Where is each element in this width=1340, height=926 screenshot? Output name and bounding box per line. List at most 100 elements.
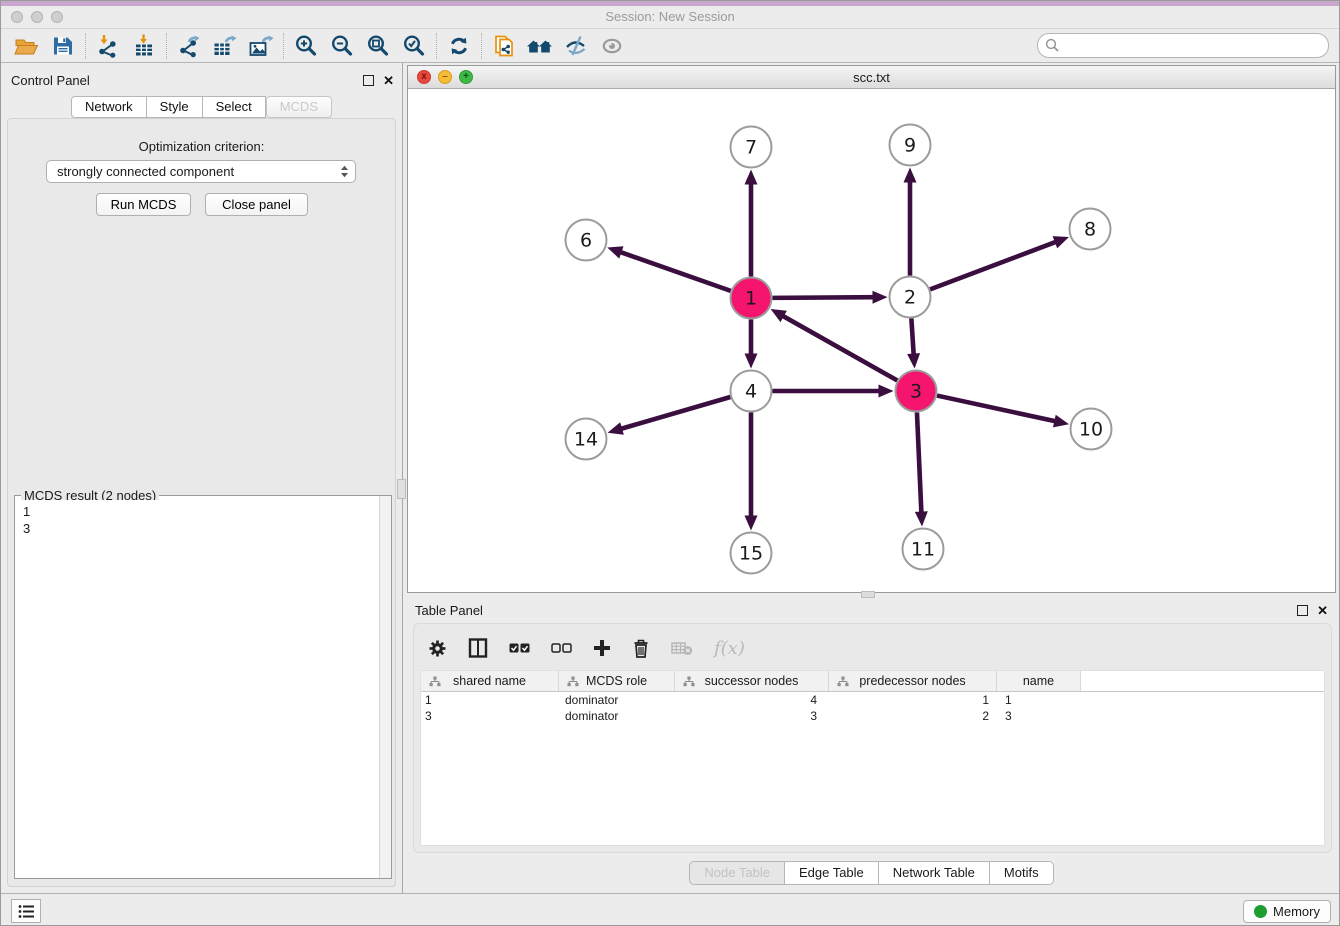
network-window-titlebar[interactable]: x – + scc.txt [408,66,1335,89]
criterion-value: strongly connected component [57,164,234,179]
main-area: Control Panel ✕ NetworkStyleSelectMCDS O… [1,63,1340,893]
tab-motifs[interactable]: Motifs [990,861,1054,885]
node-label-14: 14 [574,429,598,451]
tab-style[interactable]: Style [147,96,203,118]
cell[interactable]: 1 [829,693,997,707]
table-settings-button[interactable] [428,639,447,658]
unchecked-checkboxes-icon [551,642,572,654]
delete-table-button-disabled [671,640,693,656]
tree-hierarchy-icon [567,676,579,687]
import-network-button[interactable] [90,32,126,60]
edge-2-8[interactable] [930,241,1058,289]
node-label-8: 8 [1084,219,1096,241]
search-icon [1045,38,1060,53]
status-bar: Memory [1,893,1339,926]
columns-icon [468,638,488,658]
save-session-button[interactable] [45,32,81,60]
tab-network[interactable]: Network [71,96,147,118]
add-column-button[interactable] [593,639,611,657]
open-session-button[interactable] [9,32,45,60]
export-network-button[interactable] [171,32,207,60]
node-label-3: 3 [910,381,922,403]
zoom-out-icon [330,34,354,58]
criterion-dropdown[interactable]: strongly connected component [46,160,356,183]
share-document-icon [492,34,516,58]
edge-1-2[interactable] [772,297,875,298]
table-row[interactable]: 3dominator323 [421,708,1324,724]
show-all-button[interactable] [594,32,630,60]
close-icon[interactable]: ✕ [383,75,394,86]
table-row[interactable]: 1dominator411 [421,692,1324,708]
show-columns-button[interactable] [468,638,488,658]
column-header-name[interactable]: name [997,671,1081,691]
column-header-predecessor-nodes[interactable]: predecessor nodes [829,671,997,691]
float-window-icon[interactable] [363,75,374,86]
tab-select[interactable]: Select [203,96,266,118]
tab-network-table[interactable]: Network Table [879,861,990,885]
memory-label: Memory [1273,904,1320,919]
titlebar: Session: New Session [1,6,1339,29]
float-window-icon[interactable] [1297,605,1308,616]
edge-3-10[interactable] [937,396,1057,422]
column-header-successor-nodes[interactable]: successor nodes [675,671,829,691]
hide-selected-button[interactable] [558,32,594,60]
cell[interactable]: 4 [675,693,829,707]
edge-arrow-4-15 [745,516,758,531]
export-table-button[interactable] [207,32,243,60]
mcds-result-text[interactable]: 1 3 [16,500,378,877]
cell[interactable]: 2 [829,709,997,723]
tree-hierarchy-icon [683,676,695,687]
import-table-button[interactable] [126,32,162,60]
network-view-window: x – + scc.txt 7968124314101511 [407,65,1336,593]
network-window-title: scc.txt [408,70,1335,85]
node-label-6: 6 [580,230,592,252]
deselect-all-columns-button[interactable] [551,642,572,654]
close-panel-button[interactable]: Close panel [205,193,308,216]
task-history-button[interactable] [11,899,41,923]
search-box[interactable] [1037,33,1329,58]
tab-mcds[interactable]: MCDS [266,96,332,118]
control-panel: Control Panel ✕ NetworkStyleSelectMCDS O… [1,63,403,893]
import-table-icon [132,34,156,58]
zoom-fit-button[interactable] [360,32,396,60]
delete-column-button[interactable] [632,639,650,658]
search-input[interactable] [1064,38,1328,53]
zoom-in-button[interactable] [288,32,324,60]
table-splitter-grip[interactable] [861,591,875,598]
edge-arrow-2-9 [904,168,917,183]
column-header-MCDS-role[interactable]: MCDS role [559,671,675,691]
network-canvas[interactable]: 7968124314101511 [408,89,1335,592]
edge-3-1[interactable] [781,315,897,381]
dropdown-stepper-icon [339,164,350,179]
cell[interactable]: dominator [559,709,675,723]
run-mcds-button[interactable]: Run MCDS [96,193,191,216]
close-icon[interactable]: ✕ [1317,605,1328,616]
tab-node-table[interactable]: Node Table [689,861,785,885]
eye-slash-icon [564,34,588,58]
column-header-shared-name[interactable]: shared name [421,671,559,691]
cell[interactable]: 3 [997,709,1081,723]
edge-3-11[interactable] [917,412,922,514]
cell[interactable]: dominator [559,693,675,707]
network-graph: 7968124314101511 [408,89,1335,592]
share-document-button[interactable] [486,32,522,60]
edge-arrow-3-11 [915,511,928,526]
edge-2-3[interactable] [911,318,913,356]
edge-1-6[interactable] [619,251,731,290]
export-image-button[interactable] [243,32,279,60]
zoom-fit-icon [366,34,390,58]
tab-edge-table[interactable]: Edge Table [785,861,879,885]
cell[interactable]: 1 [997,693,1081,707]
result-scrollbar[interactable] [379,496,391,878]
cell[interactable]: 1 [421,693,559,707]
zoom-out-button[interactable] [324,32,360,60]
cell[interactable]: 3 [675,709,829,723]
select-all-columns-button[interactable] [509,642,530,654]
cell[interactable]: 3 [421,709,559,723]
panel-splitter-grip[interactable] [397,479,406,499]
zoom-selected-button[interactable] [396,32,432,60]
edge-4-14[interactable] [619,397,730,429]
apply-layout-button[interactable] [441,32,477,60]
memory-button[interactable]: Memory [1243,900,1331,923]
home-button[interactable] [522,32,558,60]
